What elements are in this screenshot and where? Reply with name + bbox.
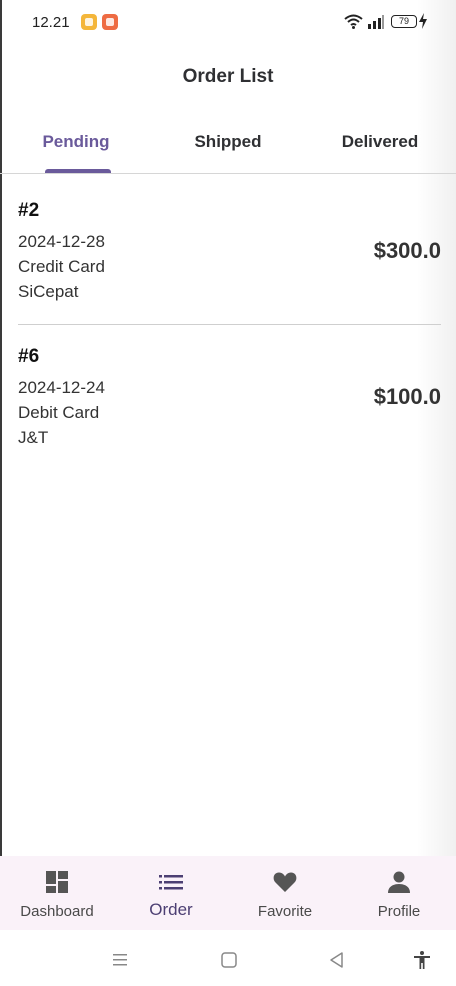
nav-item-order[interactable]: Order — [114, 856, 228, 930]
order-status-tabs: Pending Shipped Delivered — [0, 118, 456, 174]
app-screen: 12.21 79 Order List Pending Shipped Deli… — [0, 0, 456, 986]
order-total: $100.0 — [373, 384, 441, 409]
order-list-item[interactable]: #2 2024-12-28 Credit Card SiCepat $300.0 — [18, 200, 441, 325]
order-list-item[interactable]: #6 2024-12-24 Debit Card J&T $100.0 — [18, 346, 441, 456]
status-time: 12.21 — [32, 14, 70, 31]
tab-label: Delivered — [341, 132, 419, 151]
order-courier: SiCepat — [18, 282, 79, 301]
order-id: #6 — [18, 346, 40, 367]
tab-indicator — [45, 169, 111, 173]
wifi-icon — [344, 14, 363, 29]
menu-icon[interactable] — [110, 950, 130, 970]
tab-label: Pending — [42, 132, 110, 151]
home-icon[interactable] — [219, 950, 239, 970]
notification-app-icon — [102, 14, 118, 30]
nav-label: Dashboard — [20, 903, 94, 920]
system-navigation-bar — [0, 930, 456, 986]
list-icon — [159, 875, 183, 890]
tab-delivered[interactable]: Delivered — [304, 118, 456, 173]
signal-icon — [368, 15, 384, 29]
nav-label: Favorite — [257, 903, 313, 920]
back-icon[interactable] — [327, 950, 347, 970]
status-bar: 12.21 79 — [0, 0, 456, 44]
tab-shipped[interactable]: Shipped — [152, 118, 304, 173]
order-total: $300.0 — [373, 238, 441, 263]
nav-item-profile[interactable]: Profile — [342, 856, 456, 930]
dashboard-icon — [46, 871, 68, 893]
nav-item-favorite[interactable]: Favorite — [228, 856, 342, 930]
order-id: #2 — [18, 200, 40, 221]
bottom-navigation: Dashboard Order Favorite Profile — [0, 856, 456, 930]
nav-item-dashboard[interactable]: Dashboard — [0, 856, 114, 930]
notification-app-icon — [81, 14, 97, 30]
person-icon — [388, 871, 410, 893]
accessibility-icon[interactable] — [412, 950, 432, 970]
tab-pending[interactable]: Pending — [0, 118, 152, 173]
tab-label: Shipped — [194, 132, 262, 151]
battery-indicator: 79 — [391, 15, 417, 28]
order-courier: J&T — [18, 428, 49, 447]
nav-label: Profile — [377, 903, 421, 920]
heart-icon — [273, 872, 297, 892]
page-title: Order List — [182, 66, 274, 87]
charging-icon — [419, 13, 427, 29]
nav-label: Order — [149, 900, 193, 919]
